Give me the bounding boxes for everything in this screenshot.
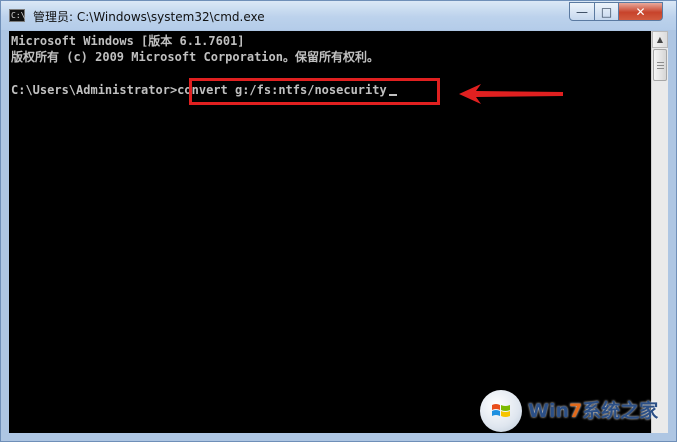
console-line-copyright: 版权所有 (c) 2009 Microsoft Corporation。保留所有… <box>11 50 379 64</box>
scroll-up-button[interactable]: ▲ <box>652 31 668 48</box>
watermark-text: Win7系统之家 <box>528 400 659 422</box>
cmd-window: C:\ 管理员: C:\Windows\system32\cmd.exe — □… <box>0 0 677 442</box>
minimize-button[interactable]: — <box>569 2 595 21</box>
scroll-thumb[interactable] <box>653 49 667 81</box>
close-button[interactable]: ✕ <box>618 2 663 21</box>
maximize-button[interactable]: □ <box>594 2 619 21</box>
command-highlight-box <box>189 78 440 105</box>
windows-logo-icon <box>480 390 522 432</box>
cmd-app-icon[interactable]: C:\ <box>9 9 25 22</box>
watermark: Win7系统之家 <box>480 390 670 432</box>
red-arrow-icon <box>459 84 563 104</box>
grip-line <box>657 65 664 66</box>
vertical-scrollbar[interactable]: ▲ <box>651 31 668 433</box>
window-title: 管理员: C:\Windows\system32\cmd.exe <box>33 10 265 24</box>
grip-line <box>657 62 664 63</box>
console-prompt: C:\Users\Administrator> <box>11 83 178 97</box>
grip-line <box>657 68 664 69</box>
console-line-version: Microsoft Windows [版本 6.1.7601] <box>11 34 245 48</box>
title-bar[interactable]: C:\ 管理员: C:\Windows\system32\cmd.exe — □… <box>1 1 676 30</box>
